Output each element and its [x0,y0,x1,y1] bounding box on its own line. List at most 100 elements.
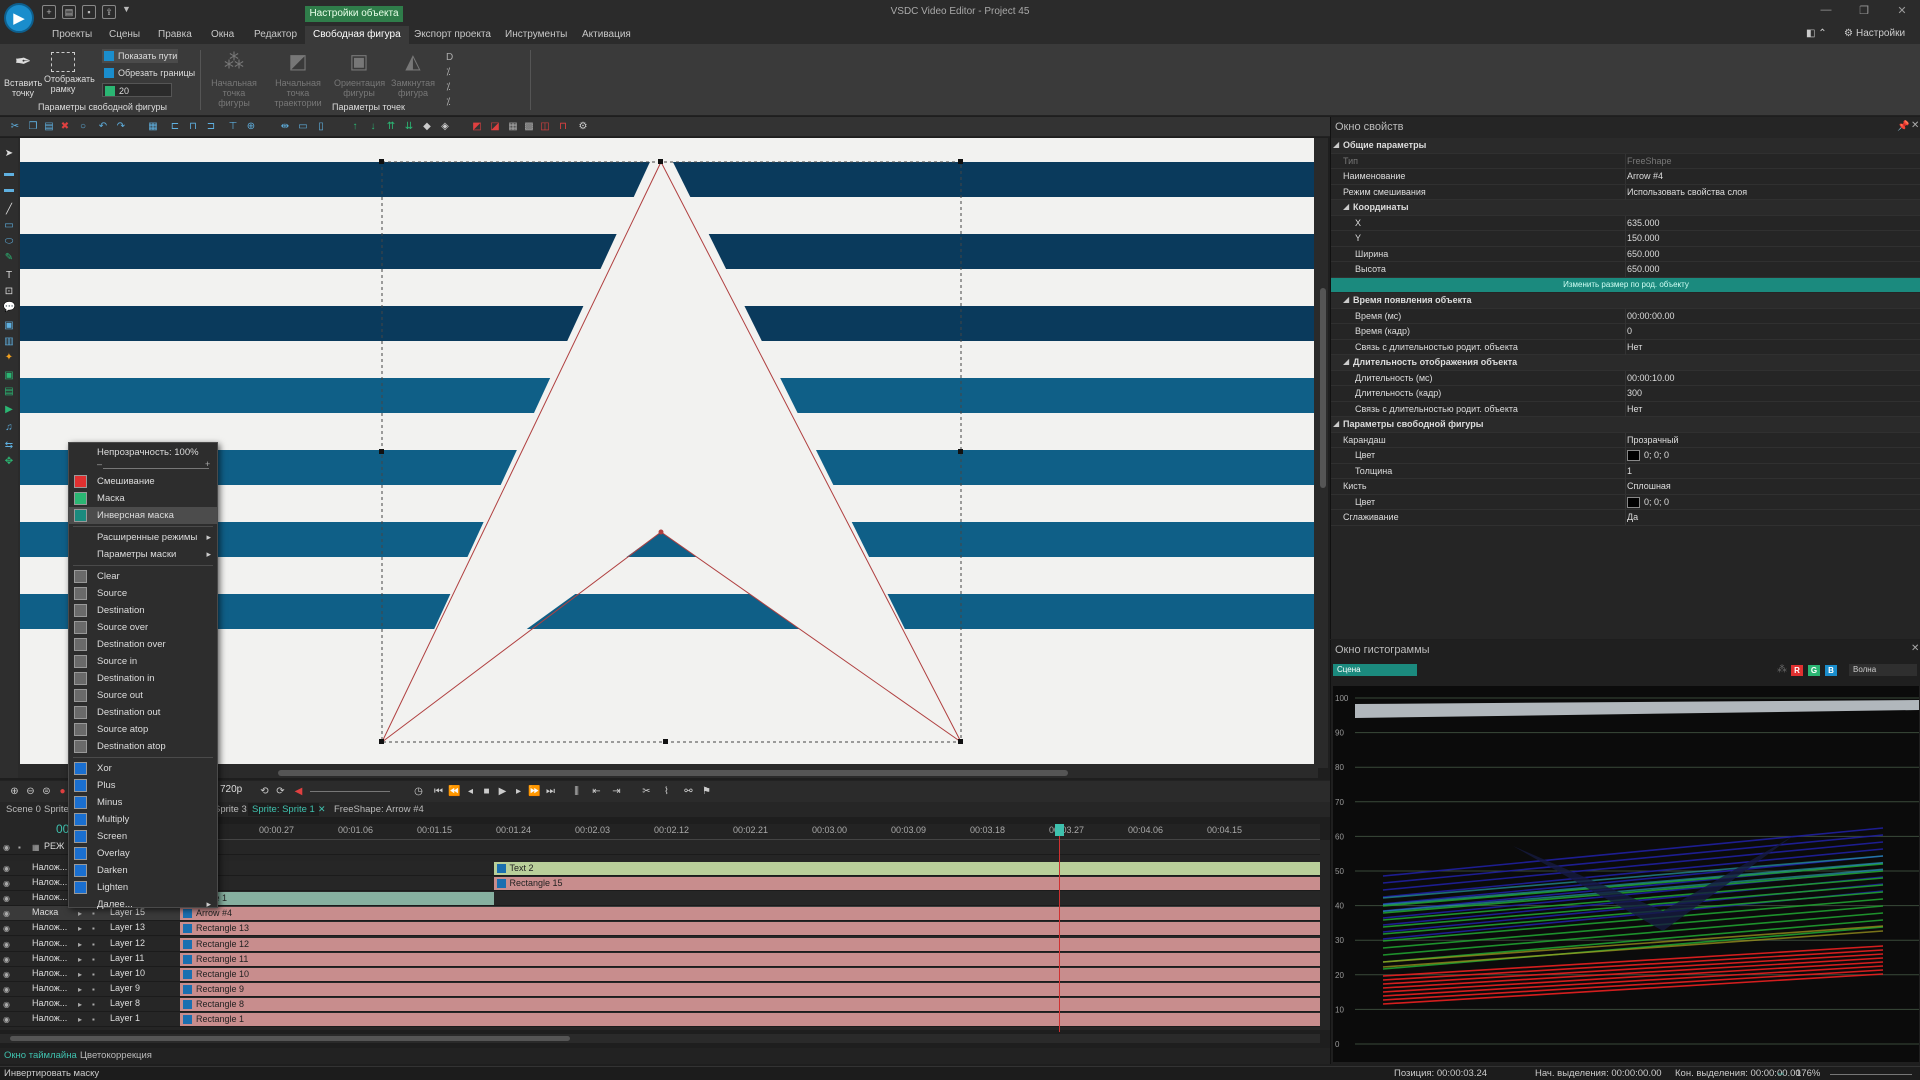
menu-item-destination-in[interactable]: Destination in [69,670,217,687]
crop-mark-icon[interactable]: ◫ [538,120,552,134]
menu-item-инверсная-маска[interactable]: Инверсная маска [69,507,217,524]
move-icon[interactable]: ✥ [3,456,15,468]
closed-shape-button[interactable]: ◭ Замкнутая фигура [388,48,438,98]
property-row[interactable]: Y 150.000 [1331,231,1920,247]
timeline-clip[interactable]: Text 2 [493,862,1320,875]
tab-scenes[interactable]: Сцены [101,26,148,44]
menu-item-destination-atop[interactable]: Destination atop [69,738,217,755]
quick-access-dropdown-icon[interactable]: ▼ [122,4,131,14]
menu-item-clear[interactable]: Clear [69,568,217,585]
property-value[interactable]: 0; 0; 0 [1627,450,1669,462]
pointer-tool-icon[interactable]: ➤ [3,148,15,160]
menu-item-расширенные-режимы[interactable]: Расширенные режимы ▸ [69,529,217,546]
track-lock-icon[interactable]: ▪ [92,1015,101,1024]
track-blend-mode[interactable]: Налож... [32,953,67,963]
property-section[interactable]: ◢ Общие параметры [1331,138,1920,154]
cut-clip-icon[interactable]: ✂ [640,785,653,798]
track-blend-mode[interactable]: Маска [32,907,58,917]
histogram-mode-select[interactable]: Волна [1849,664,1917,676]
eye-icon[interactable]: ◉ [3,970,12,979]
resolution-select[interactable]: 720р [220,784,242,795]
step-forward-icon[interactable]: ▸ [512,785,525,798]
start-point-button[interactable]: ⁂ Начальная точка фигуры [206,48,262,108]
property-section[interactable]: ◢ Координаты [1331,200,1920,216]
track-lock-icon[interactable]: ▪ [92,940,101,949]
handle-tr[interactable] [958,159,963,164]
playhead[interactable] [1059,824,1060,1032]
property-value[interactable]: FreeShape [1627,156,1672,166]
layers-icon[interactable]: ▦ [32,843,41,852]
property-value[interactable]: Arrow #4 [1627,171,1663,181]
property-row[interactable]: Режим смешивания Использовать свойства сл… [1331,184,1920,200]
playhead-handle[interactable] [1055,824,1064,836]
menu-item-destination-over[interactable]: Destination over [69,636,217,653]
menu-item-lighten[interactable]: Lighten [69,879,217,896]
menu-item-смешивание[interactable]: Смешивание [69,473,217,490]
menu-item-multiply[interactable]: Multiply [69,811,217,828]
handle-bl[interactable] [379,739,384,744]
scroll-thumb[interactable] [278,770,1068,776]
property-value[interactable]: 0 [1627,326,1632,336]
orientation-button[interactable]: ▣ Ориентация фигуры [334,48,385,98]
property-row[interactable]: Высота 650.000 [1331,262,1920,278]
align-middle-icon[interactable]: ⊕ [244,120,258,134]
track-arrow-icon[interactable]: ▸ [78,924,87,933]
clock-icon[interactable]: ◷ [412,785,425,798]
track-arrow-icon[interactable]: ▸ [78,940,87,949]
text-tool-icon[interactable]: T [3,270,15,282]
eye-icon[interactable]: ◉ [3,955,12,964]
move-up-icon[interactable]: ↑ [348,120,362,134]
chart-tool-icon[interactable]: ▥ [3,336,15,348]
property-value[interactable]: 00:00:00.00 [1627,311,1675,321]
export-icon[interactable]: ⇪ [102,5,116,19]
track-blend-mode[interactable]: Налож... [32,1013,67,1023]
property-section[interactable]: ◢ Время появления объекта [1331,293,1920,309]
canvas-vertical-scrollbar[interactable] [1318,138,1328,768]
timeline-clip[interactable]: Arrow #4 [180,907,1320,921]
histogram-source-select[interactable]: Сцена [1333,664,1417,676]
property-value[interactable]: Нет [1627,342,1642,352]
eye-icon[interactable]: ◉ [3,843,12,852]
track-blend-mode[interactable]: Налож... [32,968,67,978]
handle-mr[interactable] [958,449,963,454]
menu-item-source[interactable]: Source [69,585,217,602]
property-row[interactable]: Ширина 650.000 [1331,246,1920,262]
timeline-clip[interactable]: Rectangle 8 [180,997,1320,1011]
handle-tl[interactable] [379,159,384,164]
tab-freeshape-arrow[interactable]: FreeShape: Arrow #4 [330,803,428,816]
shape-point[interactable] [658,529,664,535]
move-down-icon[interactable]: ↓ [366,120,380,134]
timeline-clip[interactable]: Rectangle 15 [493,877,1320,891]
property-row[interactable]: Длительность (кадр) 300 [1331,386,1920,402]
menu-item-xor[interactable]: Xor [69,760,217,777]
undo-icon[interactable]: ↶ [96,120,110,134]
property-value[interactable]: 0; 0; 0 [1627,497,1669,508]
align-left-icon[interactable]: ⊏ [168,120,182,134]
opacity-minus-icon[interactable]: – [97,459,102,469]
split-icon[interactable]: ⊓ [556,120,570,134]
video-tool-icon[interactable]: ▬ [3,168,15,180]
property-row[interactable]: Тип FreeShape [1331,153,1920,169]
maximize-icon[interactable]: ❐ [1850,4,1878,20]
show-frame-button[interactable]: Отображать рамку [44,48,95,94]
track-blend-mode[interactable]: Налож... [32,892,67,902]
settings-gear-icon[interactable]: ⚙ [576,120,590,134]
handle-ml[interactable] [379,449,384,454]
paste-icon[interactable]: ▤ [42,120,56,134]
property-row[interactable]: Сглаживание Да [1331,510,1920,526]
audio-effect-icon[interactable]: ♫ [3,422,15,434]
menu-item-minus[interactable]: Minus [69,794,217,811]
sprite-tool-icon[interactable]: ▣ [3,370,15,382]
ellipse-tool-icon[interactable]: ⬭ [3,236,15,248]
track-blend-mode[interactable]: Налож... [32,922,67,932]
stop-icon[interactable]: ■ [480,785,493,798]
menu-item-darken[interactable]: Darken [69,862,217,879]
eye-icon[interactable]: ◉ [3,940,12,949]
to-end-icon[interactable]: ⏭ [544,785,557,798]
property-value[interactable]: 650.000 [1627,264,1660,274]
scroll-thumb[interactable] [1320,288,1326,488]
track-lock-icon[interactable]: ▪ [92,955,101,964]
property-value[interactable]: 650.000 [1627,249,1660,259]
effect-tool-icon[interactable]: ▤ [3,386,15,398]
collapse-icon[interactable]: ◢ [1343,295,1349,304]
